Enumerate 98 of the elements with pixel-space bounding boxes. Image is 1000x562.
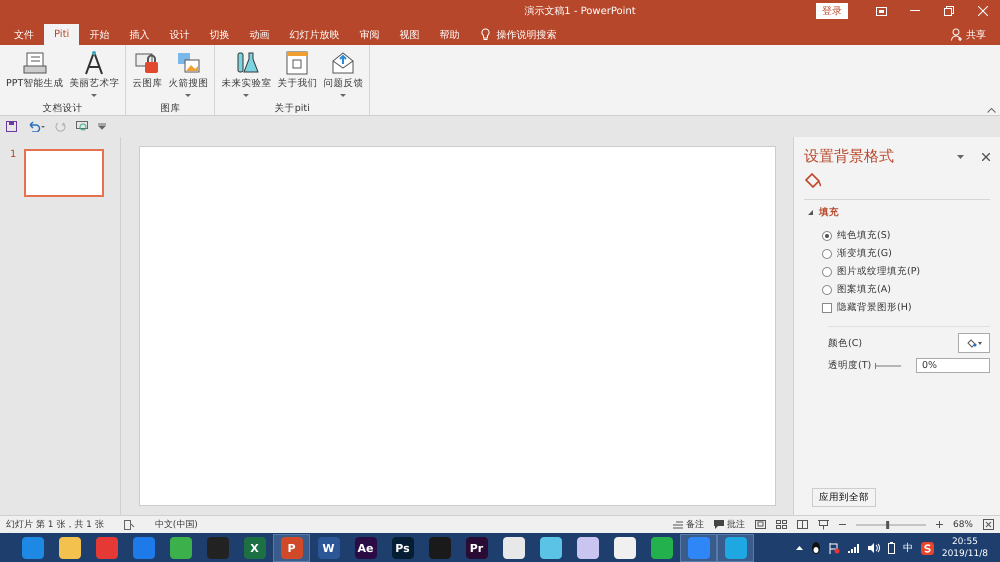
spelling-icon[interactable]	[124, 520, 135, 530]
flag-icon[interactable]	[828, 542, 840, 554]
sorter-view-icon[interactable]	[776, 520, 787, 529]
radio-button[interactable]	[822, 266, 832, 276]
ribbon-tab[interactable]: 幻灯片放映	[279, 24, 350, 45]
close-icon[interactable]	[982, 152, 990, 160]
taskbar-app-icon[interactable]	[650, 537, 672, 559]
comments-button[interactable]: 批注	[726, 518, 745, 531]
radio-button[interactable]	[822, 230, 832, 240]
dropdown-icon[interactable]	[957, 154, 964, 158]
paint-bucket-icon[interactable]	[804, 172, 822, 188]
ribbon-tab[interactable]: 审阅	[349, 24, 390, 45]
group-label: 文档设计	[42, 102, 83, 116]
presentation-icon[interactable]	[76, 121, 88, 132]
ribbon-tab[interactable]: 帮助	[429, 24, 470, 45]
normal-view-icon[interactable]	[754, 520, 766, 529]
checkbox[interactable]	[822, 302, 832, 312]
ribbon-display-icon[interactable]	[876, 6, 886, 16]
ribbon-button[interactable]: 火箭搜图	[166, 47, 210, 102]
taskbar-app-icon[interactable]: W	[318, 537, 340, 559]
paint-bucket-icon	[966, 338, 982, 348]
login-button[interactable]: 登录	[816, 3, 848, 19]
comment-icon[interactable]	[714, 520, 724, 529]
ribbon-tab[interactable]: 视图	[389, 24, 430, 45]
share-button[interactable]: 共享	[966, 28, 986, 42]
ribbon-button[interactable]: 美丽艺术字	[67, 47, 122, 102]
section-title[interactable]: 填充	[819, 206, 839, 219]
zoom-in-icon[interactable]	[936, 521, 943, 528]
window-title: 演示文稿1 - PowerPoint	[524, 4, 636, 18]
slide-thumbnail[interactable]	[24, 149, 104, 197]
color-picker-button[interactable]	[958, 333, 990, 353]
up-arrow-icon[interactable]	[796, 546, 803, 550]
ribbon-button[interactable]: 未来实验室	[219, 47, 274, 102]
ribbon-button[interactable]: 云图库	[130, 47, 164, 102]
sogou-icon[interactable]	[920, 542, 934, 554]
option-label[interactable]: 图片或纹理填充(P)	[837, 265, 920, 278]
radio-button[interactable]	[822, 284, 832, 294]
input-method[interactable]: 中	[902, 541, 913, 555]
option-label[interactable]: 纯色填充(S)	[837, 229, 890, 242]
option-label[interactable]: 图案填充(A)	[837, 283, 891, 296]
slideshow-icon[interactable]	[818, 520, 829, 530]
ribbon-tab[interactable]: 动画	[239, 24, 280, 45]
lightbulb-icon	[481, 28, 490, 41]
ribbon-button[interactable]: PPT智能生成	[4, 47, 66, 102]
tell-me-search[interactable]: 操作说明搜索	[496, 28, 556, 42]
taskbar-app-icon[interactable]	[576, 537, 598, 559]
apply-all-button[interactable]: 应用到全部	[812, 488, 876, 507]
group-label: 关于piti	[274, 102, 310, 116]
expanded-icon[interactable]	[808, 210, 813, 215]
collapse-ribbon-icon[interactable]	[987, 107, 996, 113]
option-label[interactable]: 渐变填充(G)	[837, 247, 892, 260]
speaker-icon[interactable]	[868, 543, 880, 553]
slide-info: 幻灯片 第 1 张，共 1 张	[6, 518, 104, 531]
taskbar-app-icon[interactable]: Ae	[354, 537, 376, 559]
ribbon-tab[interactable]: 插入	[119, 24, 160, 45]
clock-date[interactable]: 2019/11/8	[942, 548, 988, 560]
penguin-icon[interactable]	[810, 542, 821, 554]
restore-icon[interactable]	[944, 6, 954, 16]
transparency-field[interactable]: 0%	[916, 358, 990, 373]
clock-time[interactable]: 20:55	[952, 536, 978, 548]
taskbar-app-icon[interactable]: P	[280, 537, 302, 559]
taskbar-app-icon[interactable]	[614, 537, 636, 559]
ribbon-button[interactable]: 问题反馈	[321, 47, 366, 102]
pane-title: 设置背景格式	[804, 147, 894, 166]
notes-button[interactable]: 备注	[686, 518, 704, 531]
undo-icon[interactable]	[27, 121, 45, 132]
minimize-icon[interactable]	[910, 10, 920, 12]
ribbon-button[interactable]: 关于我们	[275, 47, 320, 102]
taskbar-app-icon[interactable]: Pr	[466, 537, 488, 559]
slider-track[interactable]	[875, 362, 902, 368]
slide-number: 1	[10, 149, 16, 162]
taskbar-app-icon[interactable]	[540, 537, 562, 559]
save-icon[interactable]	[6, 121, 17, 132]
taskbar-app-icon[interactable]	[502, 537, 524, 559]
option-label[interactable]: 隐藏背景图形(H)	[837, 301, 912, 314]
ribbon-tab[interactable]: 切换	[199, 24, 240, 45]
taskbar-app-icon[interactable]: X	[244, 537, 266, 559]
battery-icon[interactable]	[888, 542, 895, 554]
signal-icon[interactable]	[848, 544, 860, 552]
ribbon-tab[interactable]: Piti	[44, 24, 80, 45]
transparency-label: 透明度(T)	[828, 359, 872, 372]
taskbar-app-icon[interactable]	[58, 537, 80, 559]
taskbar-app-icon[interactable]: Ps	[392, 537, 414, 559]
ribbon-tab[interactable]: 开始	[79, 24, 120, 45]
reading-view-icon[interactable]	[796, 520, 808, 529]
color-label: 颜色(C)	[828, 336, 862, 350]
zoom-level[interactable]: 68%	[952, 520, 973, 530]
group-label: 图库	[160, 102, 180, 116]
language-status[interactable]: 中文(中国)	[154, 518, 198, 531]
ribbon-tab[interactable]: 文件	[4, 24, 44, 45]
zoom-slider-thumb[interactable]	[886, 520, 890, 528]
ribbon-tab[interactable]: 设计	[159, 24, 200, 45]
radio-button[interactable]	[822, 248, 832, 258]
customize-icon[interactable]	[98, 123, 106, 130]
taskbar-app-icon[interactable]	[170, 537, 192, 559]
fit-slide-icon[interactable]	[983, 519, 994, 530]
person-icon	[951, 28, 963, 41]
notes-icon[interactable]	[672, 520, 683, 528]
